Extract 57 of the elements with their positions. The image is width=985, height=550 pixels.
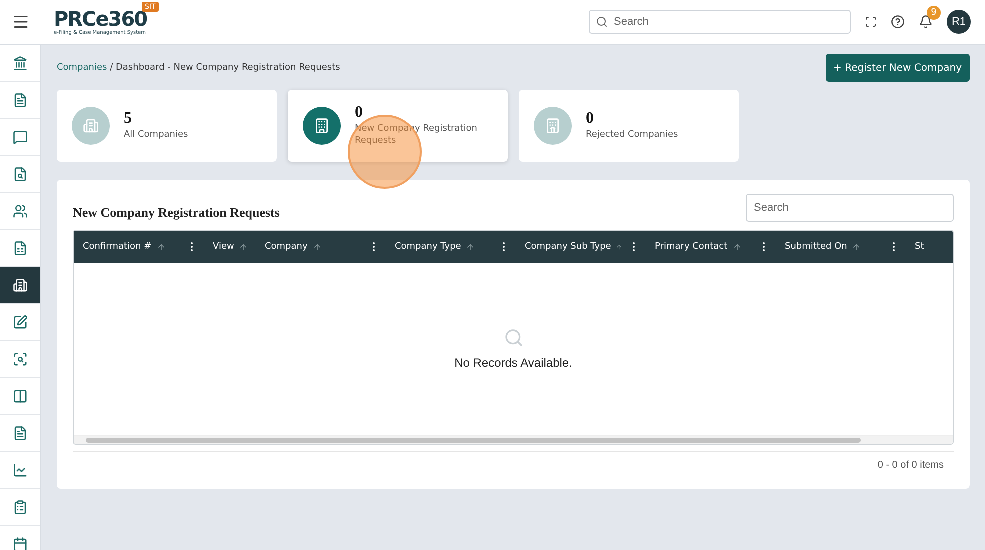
user-avatar[interactable]: R1 — [947, 10, 971, 34]
breadcrumb-link[interactable]: Companies — [57, 63, 108, 73]
search-field[interactable]: Search — [589, 10, 851, 34]
document-icon — [12, 426, 28, 440]
column-header[interactable]: Company — [256, 231, 386, 263]
building-icon — [12, 278, 28, 292]
breadcrumb: Companies / Dashboard - New Company Registration Requests — [57, 63, 340, 73]
sort-icon[interactable] — [466, 242, 476, 252]
text-box-icon — [12, 314, 28, 330]
scan-icon — [12, 352, 28, 366]
sort-icon[interactable] — [732, 242, 742, 252]
help-icon[interactable] — [891, 15, 905, 29]
building-icon — [545, 118, 561, 134]
building-icon — [83, 118, 99, 134]
stat-count: 5 — [124, 111, 133, 127]
column-header[interactable]: Company Sub Type — [516, 231, 646, 263]
fullscreen-icon[interactable] — [865, 16, 877, 28]
sort-icon[interactable] — [312, 242, 322, 252]
chart-icon — [12, 462, 28, 478]
stat-count: 0 — [586, 111, 595, 127]
document-icon — [12, 92, 28, 108]
file-search-icon — [12, 166, 28, 182]
menu-icon[interactable] — [12, 13, 30, 31]
sidebar-item[interactable] — [0, 267, 40, 304]
stat-card[interactable]: 0 Rejected Companies — [519, 90, 739, 162]
sort-icon[interactable] — [852, 242, 862, 252]
bank-icon — [12, 56, 28, 70]
register-button[interactable]: + Register New Company — [826, 54, 970, 82]
stat-label: Rejected Companies — [586, 129, 678, 141]
pager-info: 0 - 0 of 0 items — [878, 460, 944, 471]
sort-icon[interactable] — [239, 242, 248, 252]
calendar-icon — [12, 536, 28, 550]
columns-icon — [12, 388, 28, 404]
notification-icon[interactable] — [919, 15, 933, 29]
column-header[interactable]: View — [204, 231, 256, 263]
sort-icon[interactable] — [156, 242, 166, 252]
empty-message: No Records Available. — [454, 356, 572, 370]
stat-card[interactable]: 5 All Companies — [57, 90, 277, 162]
message-icon — [12, 130, 28, 144]
search-icon — [596, 16, 608, 28]
sort-icon[interactable] — [616, 242, 623, 252]
column-header[interactable]: Submitted On — [776, 231, 906, 263]
column-header[interactable]: Primary Contact — [646, 231, 776, 263]
stat-count: 0 — [355, 105, 364, 121]
scrollbar-thumb[interactable] — [86, 438, 861, 442]
column-header[interactable]: Confirmation # — [74, 231, 204, 263]
clipboard-icon — [12, 500, 28, 514]
empty-search-icon — [504, 328, 524, 348]
building-icon — [314, 118, 330, 134]
column-header[interactable]: St — [906, 231, 953, 263]
table-search-field[interactable]: Search — [746, 194, 954, 222]
stat-label: All Companies — [124, 129, 188, 141]
notification-badge: 9 — [927, 6, 941, 20]
table-title: New Company Registration Requests — [73, 205, 280, 221]
users-icon — [12, 204, 28, 218]
column-header[interactable]: Company Type — [386, 231, 516, 263]
invoice-icon — [12, 240, 28, 256]
